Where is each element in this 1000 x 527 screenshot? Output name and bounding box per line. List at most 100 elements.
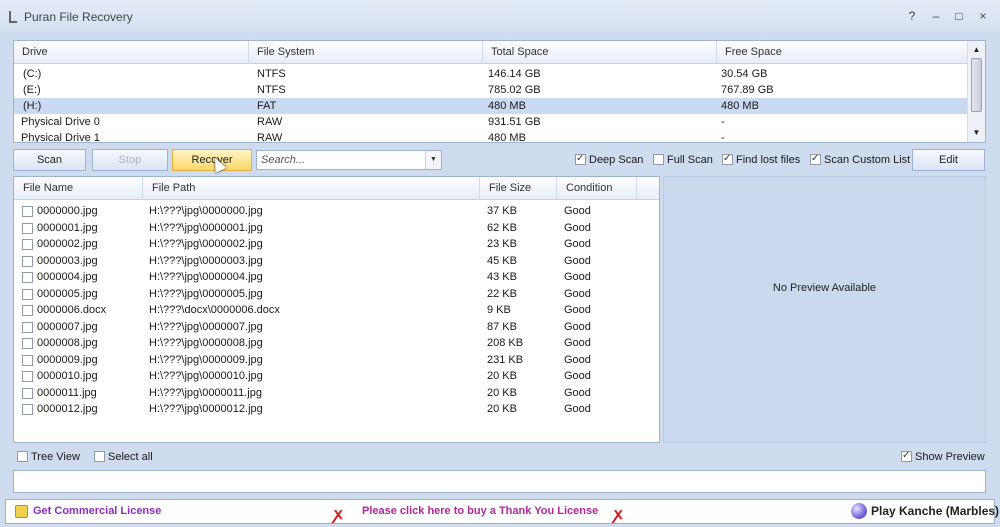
drive-row[interactable]: (C:) NTFS 146.14 GB 30.54 GB: [14, 66, 968, 82]
deep-scan-checkbox[interactable]: [575, 152, 586, 166]
select-all-checkbox[interactable]: [94, 451, 105, 462]
maximize-button[interactable]: □: [951, 8, 967, 24]
file-row[interactable]: 0000012.jpg H:\???\jpg\0000012.jpg 20 KB Go…: [14, 401, 659, 418]
file-row[interactable]: 0000004.jpg H:\???\jpg\0000004.jpg 43 KB Go…: [14, 269, 659, 286]
help-button[interactable]: ?: [904, 8, 920, 24]
thank-you-license-link[interactable]: Please click here to buy a Thank You Lic…: [362, 505, 598, 517]
file-checkbox[interactable]: [22, 288, 33, 300]
file-path: H:\???\jpg\0000008.jpg: [149, 337, 263, 349]
full-scan-checkbox[interactable]: [653, 154, 664, 165]
drive-free-space: 767.89 GB: [721, 84, 774, 96]
column-header-condition[interactable]: Condition: [557, 177, 637, 200]
file-checkbox[interactable]: [22, 305, 33, 316]
file-condition: Good: [564, 238, 591, 250]
file-list[interactable]: File Name File Path File Size Condition …: [13, 176, 660, 443]
preview-placeholder: No Preview Available: [772, 282, 877, 294]
select-all-option[interactable]: Select all: [94, 450, 153, 464]
file-row[interactable]: 0000009.jpg H:\???\jpg\0000009.jpg 231 KB G…: [14, 352, 659, 369]
find-lost-files-option[interactable]: Find lost files: [722, 152, 800, 167]
file-condition: Good: [564, 271, 591, 283]
column-header-file-name[interactable]: File Name: [14, 177, 143, 200]
file-row[interactable]: 0000011.jpg H:\???\jpg\0000011.jpg 20 KB Go…: [14, 385, 659, 402]
search-box[interactable]: ▼: [256, 150, 442, 170]
show-preview-checkbox[interactable]: [901, 449, 912, 463]
file-size: 43 KB: [487, 271, 517, 283]
drive-list-scrollbar[interactable]: ▲ ▼: [967, 41, 985, 142]
column-header-free-space[interactable]: Free Space: [717, 41, 968, 64]
file-checkbox[interactable]: [22, 354, 33, 366]
commercial-license-link[interactable]: Get Commercial License: [33, 505, 161, 517]
file-row[interactable]: 0000000.jpg H:\???\jpg\0000000.jpg 37 KB Go…: [14, 203, 659, 220]
edit-button[interactable]: Edit: [912, 149, 985, 171]
deep-scan-option[interactable]: Deep Scan: [575, 152, 644, 167]
scroll-down-icon[interactable]: ▼: [968, 126, 985, 140]
title-bar: Puran File Recovery ? – □ ×: [0, 0, 1000, 34]
drive-name: Physical Drive 0: [21, 116, 100, 128]
drive-row-selected[interactable]: (H:) FAT 480 MB 480 MB: [14, 98, 968, 114]
file-checkbox[interactable]: [22, 338, 33, 349]
file-path: H:\???\jpg\0000012.jpg: [149, 403, 263, 415]
footer-bar: Get Commercial License ꭗ Please click he…: [5, 499, 999, 524]
play-kanche-link[interactable]: Play Kanche (Marbles): [871, 504, 999, 518]
file-row[interactable]: 0000005.jpg H:\???\jpg\0000005.jpg 22 KB Go…: [14, 286, 659, 303]
scan-custom-list-label: Scan Custom List: [824, 154, 911, 166]
file-row[interactable]: 0000007.jpg H:\???\jpg\0000007.jpg 87 KB Go…: [14, 319, 659, 336]
file-row[interactable]: 0000010.jpg H:\???\jpg\0000010.jpg 20 KB Go…: [14, 368, 659, 385]
file-checkbox[interactable]: [22, 321, 33, 333]
deep-scan-label: Deep Scan: [589, 154, 644, 166]
ribbon-icon: ꭗ: [614, 506, 623, 523]
file-checkbox[interactable]: [22, 387, 33, 399]
scrollbar-thumb[interactable]: [971, 58, 982, 112]
chevron-down-icon[interactable]: ▼: [425, 151, 441, 169]
drive-row[interactable]: Physical Drive 1 RAW 480 MB -: [14, 130, 968, 143]
file-path: H:\???\jpg\0000000.jpg: [149, 205, 263, 217]
file-size: 231 KB: [487, 353, 524, 366]
stop-button[interactable]: Stop: [92, 149, 168, 171]
file-checkbox[interactable]: [22, 272, 33, 283]
search-input[interactable]: [261, 152, 421, 168]
file-checkbox[interactable]: [22, 255, 33, 267]
file-size: 22 KB: [487, 287, 517, 300]
tree-view-checkbox[interactable]: [17, 451, 28, 462]
drive-name: (H:): [23, 100, 42, 112]
column-header-file-path[interactable]: File Path: [143, 177, 480, 200]
file-size: 20 KB: [487, 370, 517, 382]
find-lost-files-checkbox[interactable]: [722, 152, 733, 166]
drive-file-system: RAW: [257, 132, 283, 143]
file-condition: Good: [564, 304, 591, 316]
file-checkbox[interactable]: [22, 239, 33, 250]
drive-row[interactable]: (E:) NTFS 785.02 GB 767.89 GB: [14, 82, 968, 98]
drive-name: Physical Drive 1: [21, 132, 100, 143]
scan-button[interactable]: Scan: [13, 149, 86, 171]
license-icon: [15, 505, 28, 518]
file-name: 0000011.jpg: [37, 386, 97, 399]
drive-list[interactable]: Drive File System Total Space Free Space…: [13, 40, 986, 143]
close-button[interactable]: ×: [975, 8, 991, 24]
scan-custom-list-option[interactable]: Scan Custom List: [810, 152, 911, 167]
scroll-up-icon[interactable]: ▲: [968, 43, 985, 57]
minimize-button[interactable]: –: [928, 8, 944, 24]
file-checkbox[interactable]: [22, 371, 33, 382]
file-name: 0000002.jpg: [37, 238, 98, 250]
file-checkbox[interactable]: [22, 206, 33, 217]
file-path: H:\???\jpg\0000011.jpg: [149, 386, 262, 399]
full-scan-option[interactable]: Full Scan: [653, 153, 713, 167]
show-preview-label: Show Preview: [915, 451, 985, 463]
file-path: H:\???\jpg\0000010.jpg: [149, 370, 263, 382]
show-preview-option[interactable]: Show Preview: [901, 449, 985, 464]
drive-free-space: -: [721, 116, 725, 128]
column-header-drive[interactable]: Drive: [14, 41, 249, 64]
file-checkbox[interactable]: [22, 222, 33, 234]
file-row[interactable]: 0000002.jpg H:\???\jpg\0000002.jpg 23 KB Go…: [14, 236, 659, 253]
column-header-file-system[interactable]: File System: [249, 41, 483, 64]
file-checkbox[interactable]: [22, 404, 33, 415]
column-header-total-space[interactable]: Total Space: [483, 41, 717, 64]
file-row[interactable]: 0000008.jpg H:\???\jpg\0000008.jpg 208 KB G…: [14, 335, 659, 352]
file-row[interactable]: 0000003.jpg H:\???\jpg\0000003.jpg 45 KB Go…: [14, 253, 659, 270]
column-header-file-size[interactable]: File Size: [480, 177, 557, 200]
tree-view-option[interactable]: Tree View: [17, 450, 80, 464]
drive-row[interactable]: Physical Drive 0 RAW 931.51 GB -: [14, 114, 968, 130]
scan-custom-list-checkbox[interactable]: [810, 152, 821, 166]
file-row[interactable]: 0000001.jpg H:\???\jpg\0000001.jpg 62 KB Go…: [14, 220, 659, 237]
file-row[interactable]: 0000006.docx H:\???\docx\0000006.docx 9 KB…: [14, 302, 659, 319]
